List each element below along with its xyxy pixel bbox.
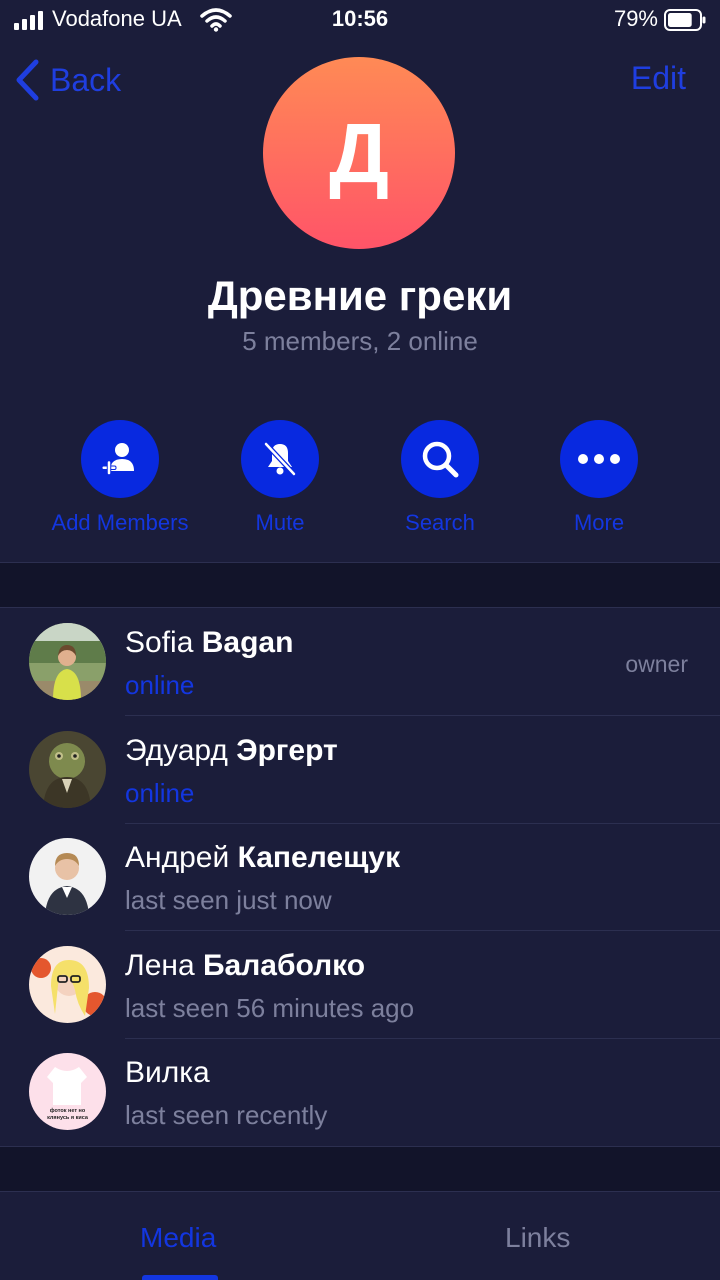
mute-circle[interactable] [241, 420, 319, 498]
member-avatar [29, 731, 106, 808]
divider [0, 1191, 720, 1192]
group-subtitle: 5 members, 2 online [242, 326, 478, 356]
member-row[interactable]: фоток нет но клянусь я киса Вилка last s… [0, 1038, 720, 1145]
edit-button[interactable]: Edit [631, 60, 686, 97]
status-bar: Vodafone UA 10:56 79% [0, 0, 720, 40]
member-name: Эдуард Эргерт [125, 734, 338, 767]
search-icon [422, 441, 459, 478]
member-status: last seen recently [125, 1100, 328, 1130]
tab-links[interactable]: Links [505, 1222, 570, 1254]
more-circle[interactable] [560, 420, 638, 498]
more-label: More [573, 510, 625, 535]
member-avatar [29, 838, 106, 915]
more-dots-icon [578, 454, 620, 464]
member-row[interactable]: Sofia Bagan online owner [0, 608, 720, 716]
member-avatar [29, 946, 106, 1023]
search-label: Search [405, 510, 475, 535]
member-status: last seen 56 minutes ago [125, 993, 415, 1023]
tab-media[interactable]: Media [140, 1222, 216, 1254]
member-avatar: фоток нет но клянусь я киса [29, 1053, 106, 1130]
member-row[interactable]: Эдуард Эргерт online [0, 716, 720, 824]
group-avatar-letter: Д [329, 105, 389, 200]
member-name: Sofia Bagan [125, 626, 294, 659]
section-gap [0, 563, 720, 607]
tab-active-indicator [142, 1275, 218, 1280]
section-gap [0, 1147, 720, 1191]
back-label: Back [50, 61, 122, 98]
member-name: Андрей Капелещук [125, 841, 401, 874]
add-member-icon [101, 443, 134, 476]
bell-slash-icon [263, 441, 297, 477]
avatar-caption-line-2: клянусь я киса [47, 1115, 89, 1121]
clock: 10:56 [331, 6, 389, 31]
member-name: Лена Балаболко [125, 949, 366, 982]
add-members-button[interactable]: Add Members [30, 420, 210, 536]
group-title: Древние греки [207, 272, 513, 319]
add-members-label: Add Members [51, 510, 189, 535]
more-button[interactable]: More [509, 420, 689, 536]
add-members-circle[interactable] [81, 420, 159, 498]
member-row[interactable]: Лена Балаболко last seen 56 minutes ago [0, 931, 720, 1039]
member-status: online [125, 670, 195, 700]
search-circle[interactable] [401, 420, 479, 498]
chevron-left-icon [16, 59, 39, 101]
member-status: online [125, 778, 195, 808]
member-role: owner [625, 651, 688, 677]
group-avatar[interactable]: Д [263, 57, 455, 249]
battery-icon [664, 9, 706, 31]
mute-label: Mute [255, 510, 305, 535]
back-button[interactable]: Back [14, 58, 121, 102]
member-status: last seen just now [125, 885, 332, 915]
avatar-caption-line-1: фоток нет но [50, 1107, 86, 1114]
member-avatar [29, 623, 106, 700]
member-row[interactable]: Андрей Капелещук last seen just now [0, 823, 720, 931]
mute-button[interactable]: Mute [190, 420, 370, 536]
member-name: Вилка [125, 1056, 210, 1089]
search-button[interactable]: Search [350, 420, 530, 536]
battery-percent: 79% [613, 6, 658, 31]
